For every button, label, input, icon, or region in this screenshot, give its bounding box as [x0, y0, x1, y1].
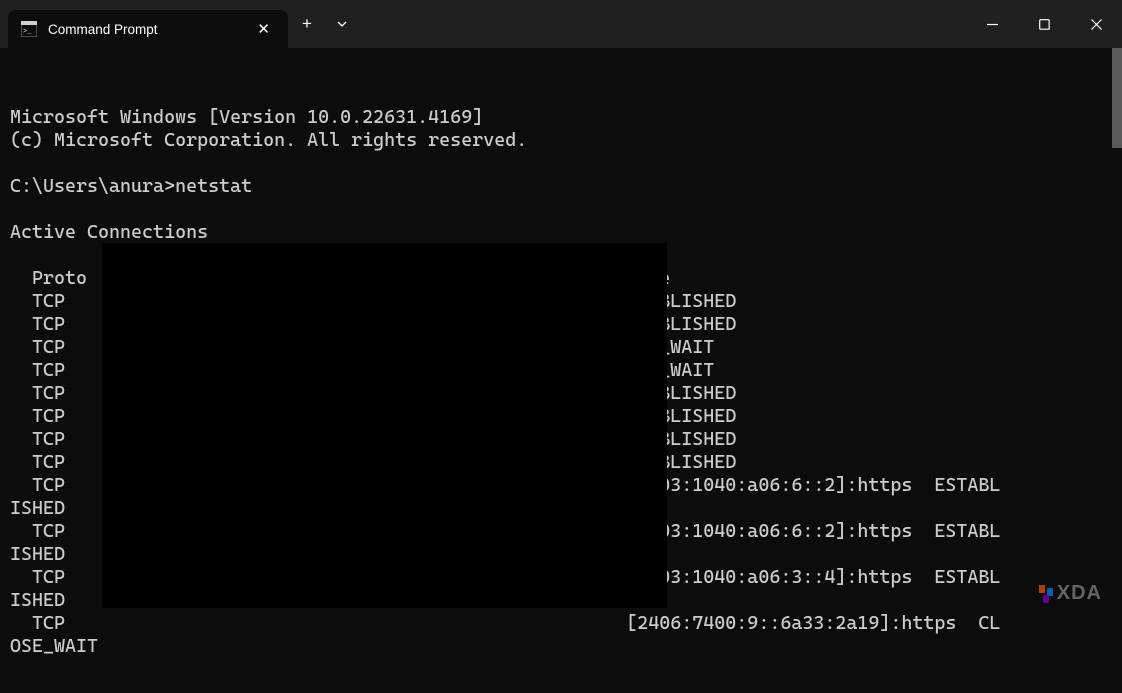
titlebar-left: >_ Command Prompt ✕ +	[0, 0, 358, 48]
close-tab-button[interactable]: ✕	[251, 18, 276, 40]
command-prompt-icon: >_	[20, 20, 38, 38]
titlebar: >_ Command Prompt ✕ +	[0, 0, 1122, 48]
terminal-line: Microsoft Windows [Version 10.0.22631.41…	[10, 106, 1112, 129]
tab-dropdown-button[interactable]	[326, 18, 358, 30]
terminal-line: (c) Microsoft Corporation. All rights re…	[10, 129, 1112, 152]
terminal-line: C:\Users\anura>netstat	[10, 175, 1112, 198]
terminal-line: Active Connections	[10, 221, 1112, 244]
watermark: XDA	[1037, 582, 1102, 605]
new-tab-button[interactable]: +	[288, 14, 326, 34]
scrollbar[interactable]	[1112, 48, 1122, 148]
watermark-text: XDA	[1057, 582, 1102, 605]
xda-logo-icon	[1037, 585, 1055, 603]
maximize-button[interactable]	[1018, 5, 1070, 43]
terminal-line: OSE_WAIT	[10, 635, 1112, 658]
tab-title: Command Prompt	[48, 22, 241, 37]
close-window-button[interactable]	[1070, 5, 1122, 43]
minimize-button[interactable]	[966, 5, 1018, 43]
svg-text:>_: >_	[23, 28, 32, 36]
tab-command-prompt[interactable]: >_ Command Prompt ✕	[8, 10, 288, 48]
redacted-region	[102, 243, 667, 608]
window-controls	[966, 0, 1122, 48]
terminal-line	[10, 152, 1112, 175]
terminal-line: TCP [2406:7400:9::6a33:2a19]:https CL	[10, 612, 1112, 635]
terminal-line	[10, 198, 1112, 221]
